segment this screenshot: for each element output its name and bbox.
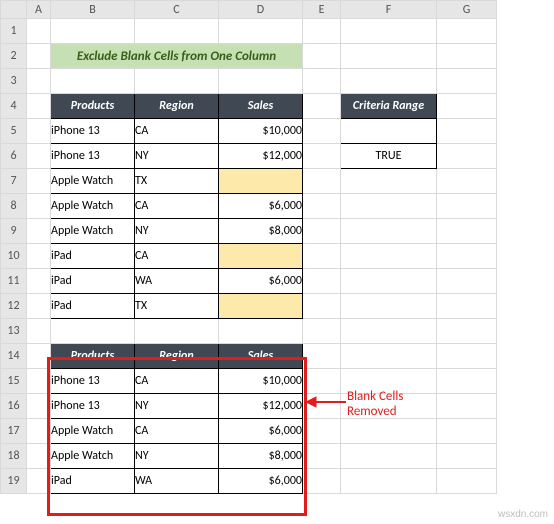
- row-16[interactable]: 16: [1, 394, 27, 419]
- row-5[interactable]: 5: [1, 119, 27, 144]
- t1-r4-sales[interactable]: $6,000: [219, 194, 303, 219]
- row-3[interactable]: 3: [1, 69, 27, 94]
- criteria-header[interactable]: Criteria Range: [341, 94, 437, 119]
- t1-r2-product[interactable]: iPhone 13: [51, 144, 135, 169]
- t2-r4-product[interactable]: Apple Watch: [51, 444, 135, 469]
- t1-r2-region[interactable]: NY: [135, 144, 219, 169]
- t1-r7-product[interactable]: iPad: [51, 269, 135, 294]
- t1-r4-product[interactable]: Apple Watch: [51, 194, 135, 219]
- t2-r3-region[interactable]: CA: [135, 419, 219, 444]
- row-13[interactable]: 13: [1, 319, 27, 344]
- row-7[interactable]: 7: [1, 169, 27, 194]
- t2-r5-product[interactable]: iPad: [51, 469, 135, 494]
- t2-r5-sales[interactable]: $6,000: [219, 469, 303, 494]
- row-8[interactable]: 8: [1, 194, 27, 219]
- table2-header-region[interactable]: Region: [135, 344, 219, 369]
- t1-r3-product[interactable]: Apple Watch: [51, 169, 135, 194]
- row-2[interactable]: 2: [1, 44, 27, 69]
- annotation-text: Blank Cells Removed: [347, 390, 403, 420]
- t1-r8-sales[interactable]: [219, 294, 303, 319]
- t2-r2-product[interactable]: iPhone 13: [51, 394, 135, 419]
- t2-r4-sales[interactable]: $8,000: [219, 444, 303, 469]
- t1-r1-region[interactable]: CA: [135, 119, 219, 144]
- t1-r8-product[interactable]: iPad: [51, 294, 135, 319]
- t2-r5-region[interactable]: WA: [135, 469, 219, 494]
- table2-header-products[interactable]: Products: [51, 344, 135, 369]
- row-17[interactable]: 17: [1, 419, 27, 444]
- row-11[interactable]: 11: [1, 269, 27, 294]
- t1-r2-sales[interactable]: $12,000: [219, 144, 303, 169]
- row-19[interactable]: 19: [1, 469, 27, 494]
- col-G[interactable]: G: [437, 1, 497, 19]
- t1-r7-region[interactable]: WA: [135, 269, 219, 294]
- corner-cell[interactable]: [1, 1, 27, 19]
- arrow-icon: [306, 396, 346, 408]
- t1-r6-product[interactable]: iPad: [51, 244, 135, 269]
- row-4[interactable]: 4: [1, 94, 27, 119]
- col-A[interactable]: A: [27, 1, 51, 19]
- t1-r1-sales[interactable]: $10,000: [219, 119, 303, 144]
- table1-header-region[interactable]: Region: [135, 94, 219, 119]
- col-C[interactable]: C: [135, 1, 219, 19]
- t1-r6-region[interactable]: CA: [135, 244, 219, 269]
- t2-r3-sales[interactable]: $6,000: [219, 419, 303, 444]
- col-E[interactable]: E: [303, 1, 341, 19]
- t1-r3-region[interactable]: TX: [135, 169, 219, 194]
- title-cell[interactable]: Exclude Blank Cells from One Column: [51, 44, 303, 69]
- col-D[interactable]: D: [219, 1, 303, 19]
- t2-r1-product[interactable]: iPhone 13: [51, 369, 135, 394]
- criteria-blank[interactable]: [341, 119, 437, 144]
- col-F[interactable]: F: [341, 1, 437, 19]
- t1-r5-region[interactable]: NY: [135, 219, 219, 244]
- watermark-text: wsxdn.com: [498, 509, 548, 520]
- spreadsheet-grid[interactable]: A B C D E F G 1 2 Exclude Blank Cells fr…: [0, 0, 497, 494]
- row-1[interactable]: 1: [1, 19, 27, 44]
- t1-r6-sales[interactable]: [219, 244, 303, 269]
- t1-r7-sales[interactable]: $6,000: [219, 269, 303, 294]
- t2-r3-product[interactable]: Apple Watch: [51, 419, 135, 444]
- row-12[interactable]: 12: [1, 294, 27, 319]
- table2-header-sales[interactable]: Sales: [219, 344, 303, 369]
- t1-r3-sales[interactable]: [219, 169, 303, 194]
- row-18[interactable]: 18: [1, 444, 27, 469]
- row-6[interactable]: 6: [1, 144, 27, 169]
- t2-r4-region[interactable]: NY: [135, 444, 219, 469]
- table1-header-sales[interactable]: Sales: [219, 94, 303, 119]
- table1-header-products[interactable]: Products: [51, 94, 135, 119]
- t1-r5-sales[interactable]: $8,000: [219, 219, 303, 244]
- criteria-value[interactable]: TRUE: [341, 144, 437, 169]
- t1-r8-region[interactable]: TX: [135, 294, 219, 319]
- t1-r5-product[interactable]: Apple Watch: [51, 219, 135, 244]
- row-9[interactable]: 9: [1, 219, 27, 244]
- t1-r4-region[interactable]: CA: [135, 194, 219, 219]
- row-10[interactable]: 10: [1, 244, 27, 269]
- row-14[interactable]: 14: [1, 344, 27, 369]
- t1-r1-product[interactable]: iPhone 13: [51, 119, 135, 144]
- t2-r1-region[interactable]: CA: [135, 369, 219, 394]
- t2-r2-region[interactable]: NY: [135, 394, 219, 419]
- col-B[interactable]: B: [51, 1, 135, 19]
- row-15[interactable]: 15: [1, 369, 27, 394]
- t2-r1-sales[interactable]: $10,000: [219, 369, 303, 394]
- t2-r2-sales[interactable]: $12,000: [219, 394, 303, 419]
